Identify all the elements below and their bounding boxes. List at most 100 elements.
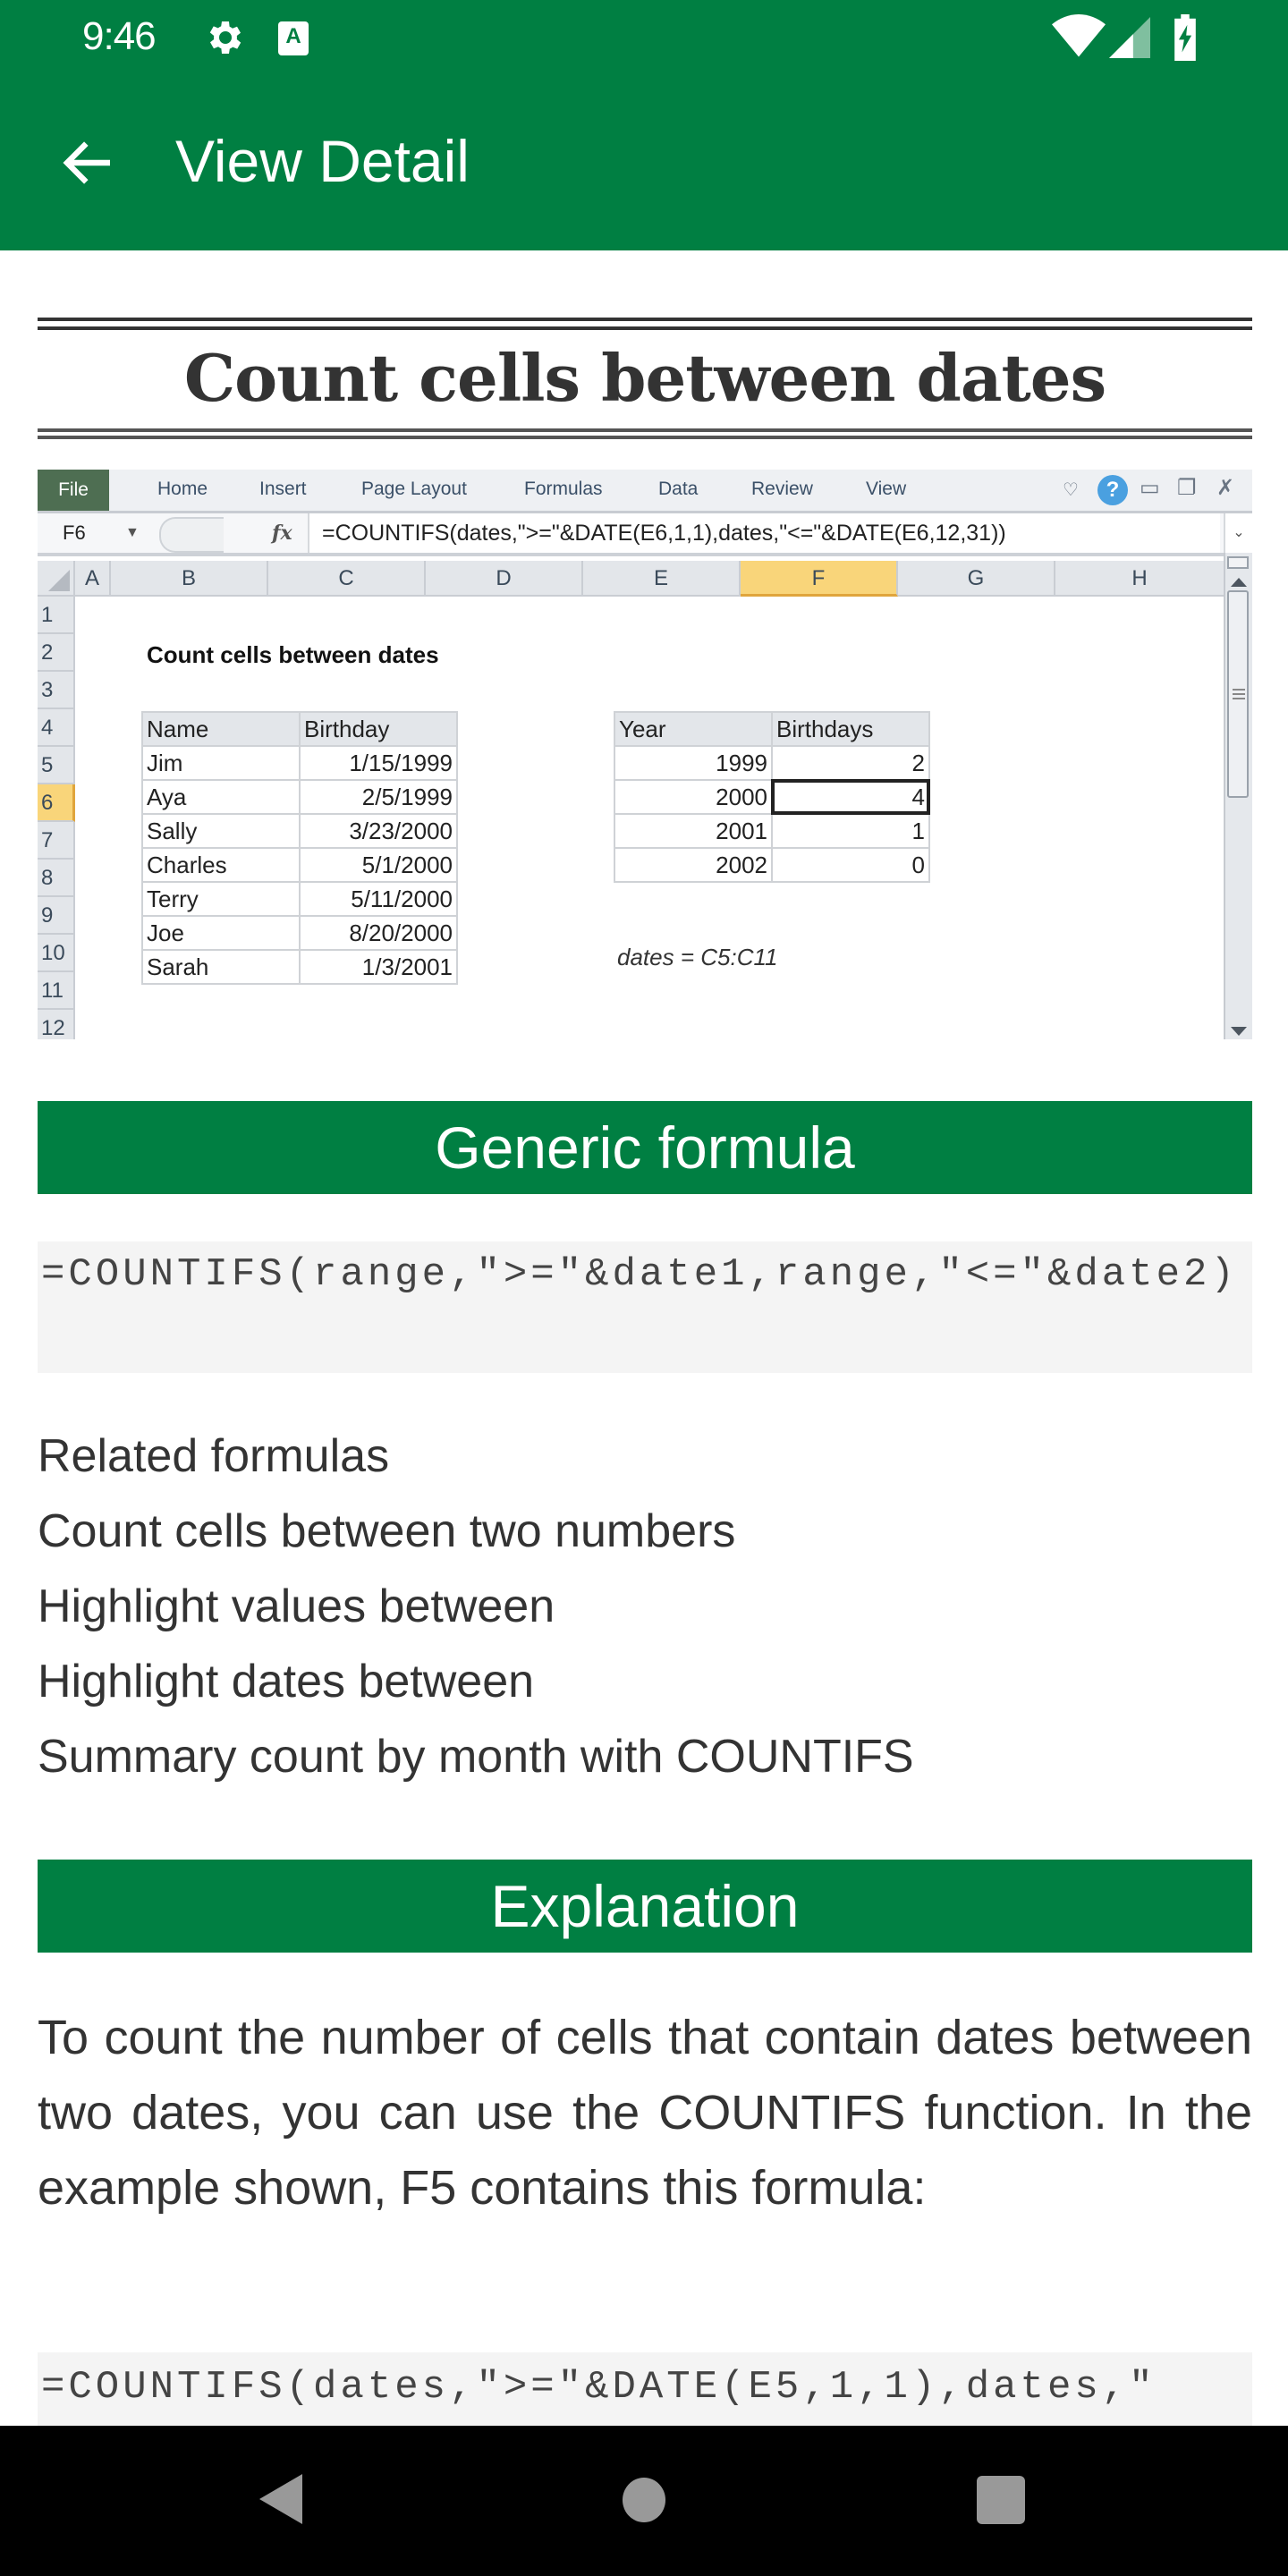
divider <box>38 428 1252 432</box>
row-header: 2 <box>38 634 75 672</box>
table-row: Joe 8/20/2000 <box>141 915 458 951</box>
arrow-left-icon[interactable] <box>55 134 122 191</box>
back-triangle-icon[interactable] <box>259 2474 304 2524</box>
row-header: 8 <box>38 860 75 897</box>
name-cell: Terry <box>141 881 301 917</box>
ribbon-tab-home: Home <box>157 479 208 499</box>
name-cell: Aya <box>141 779 301 815</box>
column-header: B <box>111 561 268 597</box>
ribbon-tab-page-layout: Page Layout <box>361 479 467 499</box>
app-bar-title: View Detail <box>175 128 470 194</box>
active-count-cell: 4 <box>771 779 930 815</box>
vertical-scrollbar <box>1224 553 1252 1039</box>
table-header-row: Year Birthdays <box>614 711 930 747</box>
explanation-formula-code: =COUNTIFS(dates,">="&DATE(E5,1,1),dates,… <box>38 2352 1252 2426</box>
ribbon-tab-formulas: Formulas <box>524 479 603 499</box>
year-cell: 2002 <box>614 847 773 883</box>
status-bar: 9:46 A <box>0 0 1288 75</box>
birthday-cell: 5/11/2000 <box>299 881 458 917</box>
divider <box>38 326 1252 330</box>
row-header: 3 <box>38 672 75 709</box>
year-cell: 1999 <box>614 745 773 781</box>
column-year-header: Year <box>614 711 773 747</box>
generic-formula-header: Generic formula <box>38 1101 1252 1194</box>
help-icon: ? <box>1097 475 1128 505</box>
expand-formula-icon: ⌄ <box>1224 513 1252 553</box>
table-row: 2000 4 <box>614 779 930 815</box>
birthday-cell: 3/23/2000 <box>299 813 458 849</box>
related-link[interactable]: Highlight dates between <box>38 1649 914 1724</box>
wifi-icon <box>1052 14 1106 57</box>
close-icon: ✗ <box>1216 476 1235 500</box>
year-cell: 2001 <box>614 813 773 849</box>
grip-icon <box>1233 689 1245 691</box>
recents-square-icon[interactable] <box>977 2476 1025 2524</box>
related-link[interactable]: Count cells between two numbers <box>38 1499 914 1574</box>
explanation-header: Explanation <box>38 1860 1252 1953</box>
row-header: 11 <box>38 972 75 1010</box>
related-link[interactable]: Summary count by month with COUNTIFS <box>38 1724 914 1800</box>
birthday-cell: 1/15/1999 <box>299 745 458 781</box>
name-cell: Jim <box>141 745 301 781</box>
battery-charging-icon <box>1174 14 1196 61</box>
settings-gear-icon <box>209 21 242 54</box>
birthday-cell: 2/5/1999 <box>299 779 458 815</box>
count-cell: 0 <box>771 847 930 883</box>
column-header: E <box>583 561 741 597</box>
column-header: A <box>75 561 111 597</box>
excel-ribbon: File Home Insert Page Layout Formulas Da… <box>38 470 1252 513</box>
column-header: H <box>1055 561 1225 597</box>
split-handle <box>1227 556 1249 569</box>
name-cell: Joe <box>141 915 301 951</box>
column-birthdays-header: Birthdays <box>771 711 930 747</box>
row-header: 4 <box>38 709 75 747</box>
table-row: Charles 5/1/2000 <box>141 847 458 883</box>
keyboard-a-icon: A <box>278 21 309 55</box>
scroll-down-icon <box>1231 1027 1247 1036</box>
related-heading: Related formulas <box>38 1430 390 1482</box>
formula-buttons <box>159 517 224 553</box>
ribbon-tab-view: View <box>866 479 907 499</box>
related-link[interactable]: Highlight values between <box>38 1574 914 1649</box>
divider <box>38 318 1252 321</box>
ribbon-tab-insert: Insert <box>259 479 307 499</box>
row-header: 1 <box>38 597 75 634</box>
named-range-note: dates = C5:C11 <box>617 944 778 970</box>
excel-screenshot: File Home Insert Page Layout Formulas Da… <box>38 470 1252 1039</box>
cell-signal-icon <box>1109 17 1150 58</box>
explanation-paragraph: To count the number of cells that contai… <box>38 2011 1252 2215</box>
table-row: Sally 3/23/2000 <box>141 813 458 849</box>
article-title: Count cells between dates <box>183 340 1106 416</box>
birthday-cell: 8/20/2000 <box>299 915 458 951</box>
ribbon-tab-file: File <box>38 470 109 511</box>
column-header-selected: F <box>741 561 898 597</box>
row-header: 5 <box>38 747 75 784</box>
scroll-thumb <box>1227 590 1249 798</box>
table-row: Jim 1/15/1999 <box>141 745 458 781</box>
summary-table: Year Birthdays 1999 2 2000 4 2001 1 2002 0 <box>614 711 930 883</box>
table-row: 2002 0 <box>614 847 930 883</box>
row-header: 10 <box>38 935 75 972</box>
table-row: 1999 2 <box>614 745 930 781</box>
column-birthday-header: Birthday <box>299 711 458 747</box>
chevron-down-icon: ▼ <box>125 525 140 540</box>
row-header-selected: 6 <box>38 784 75 822</box>
scroll-up-icon <box>1231 578 1247 587</box>
count-cell: 2 <box>771 745 930 781</box>
system-nav-bar <box>0 2426 1288 2576</box>
table-row: Terry 5/11/2000 <box>141 881 458 917</box>
sheet-title: Count cells between dates <box>147 641 439 668</box>
table-row: 2001 1 <box>614 813 930 849</box>
birthday-cell: 1/3/2001 <box>299 949 458 985</box>
select-all-corner <box>38 561 75 597</box>
year-cell: 2000 <box>614 779 773 815</box>
column-header: D <box>426 561 583 597</box>
row-header: 9 <box>38 897 75 935</box>
table-header-row: Name Birthday <box>141 711 458 747</box>
table-row: Aya 2/5/1999 <box>141 779 458 815</box>
column-header: C <box>268 561 426 597</box>
status-time: 9:46 <box>82 14 157 58</box>
birthdays-table: Name Birthday Jim 1/15/1999 Aya 2/5/1999 S… <box>141 711 458 985</box>
name-cell: Sally <box>141 813 301 849</box>
home-circle-icon[interactable] <box>623 2478 665 2522</box>
